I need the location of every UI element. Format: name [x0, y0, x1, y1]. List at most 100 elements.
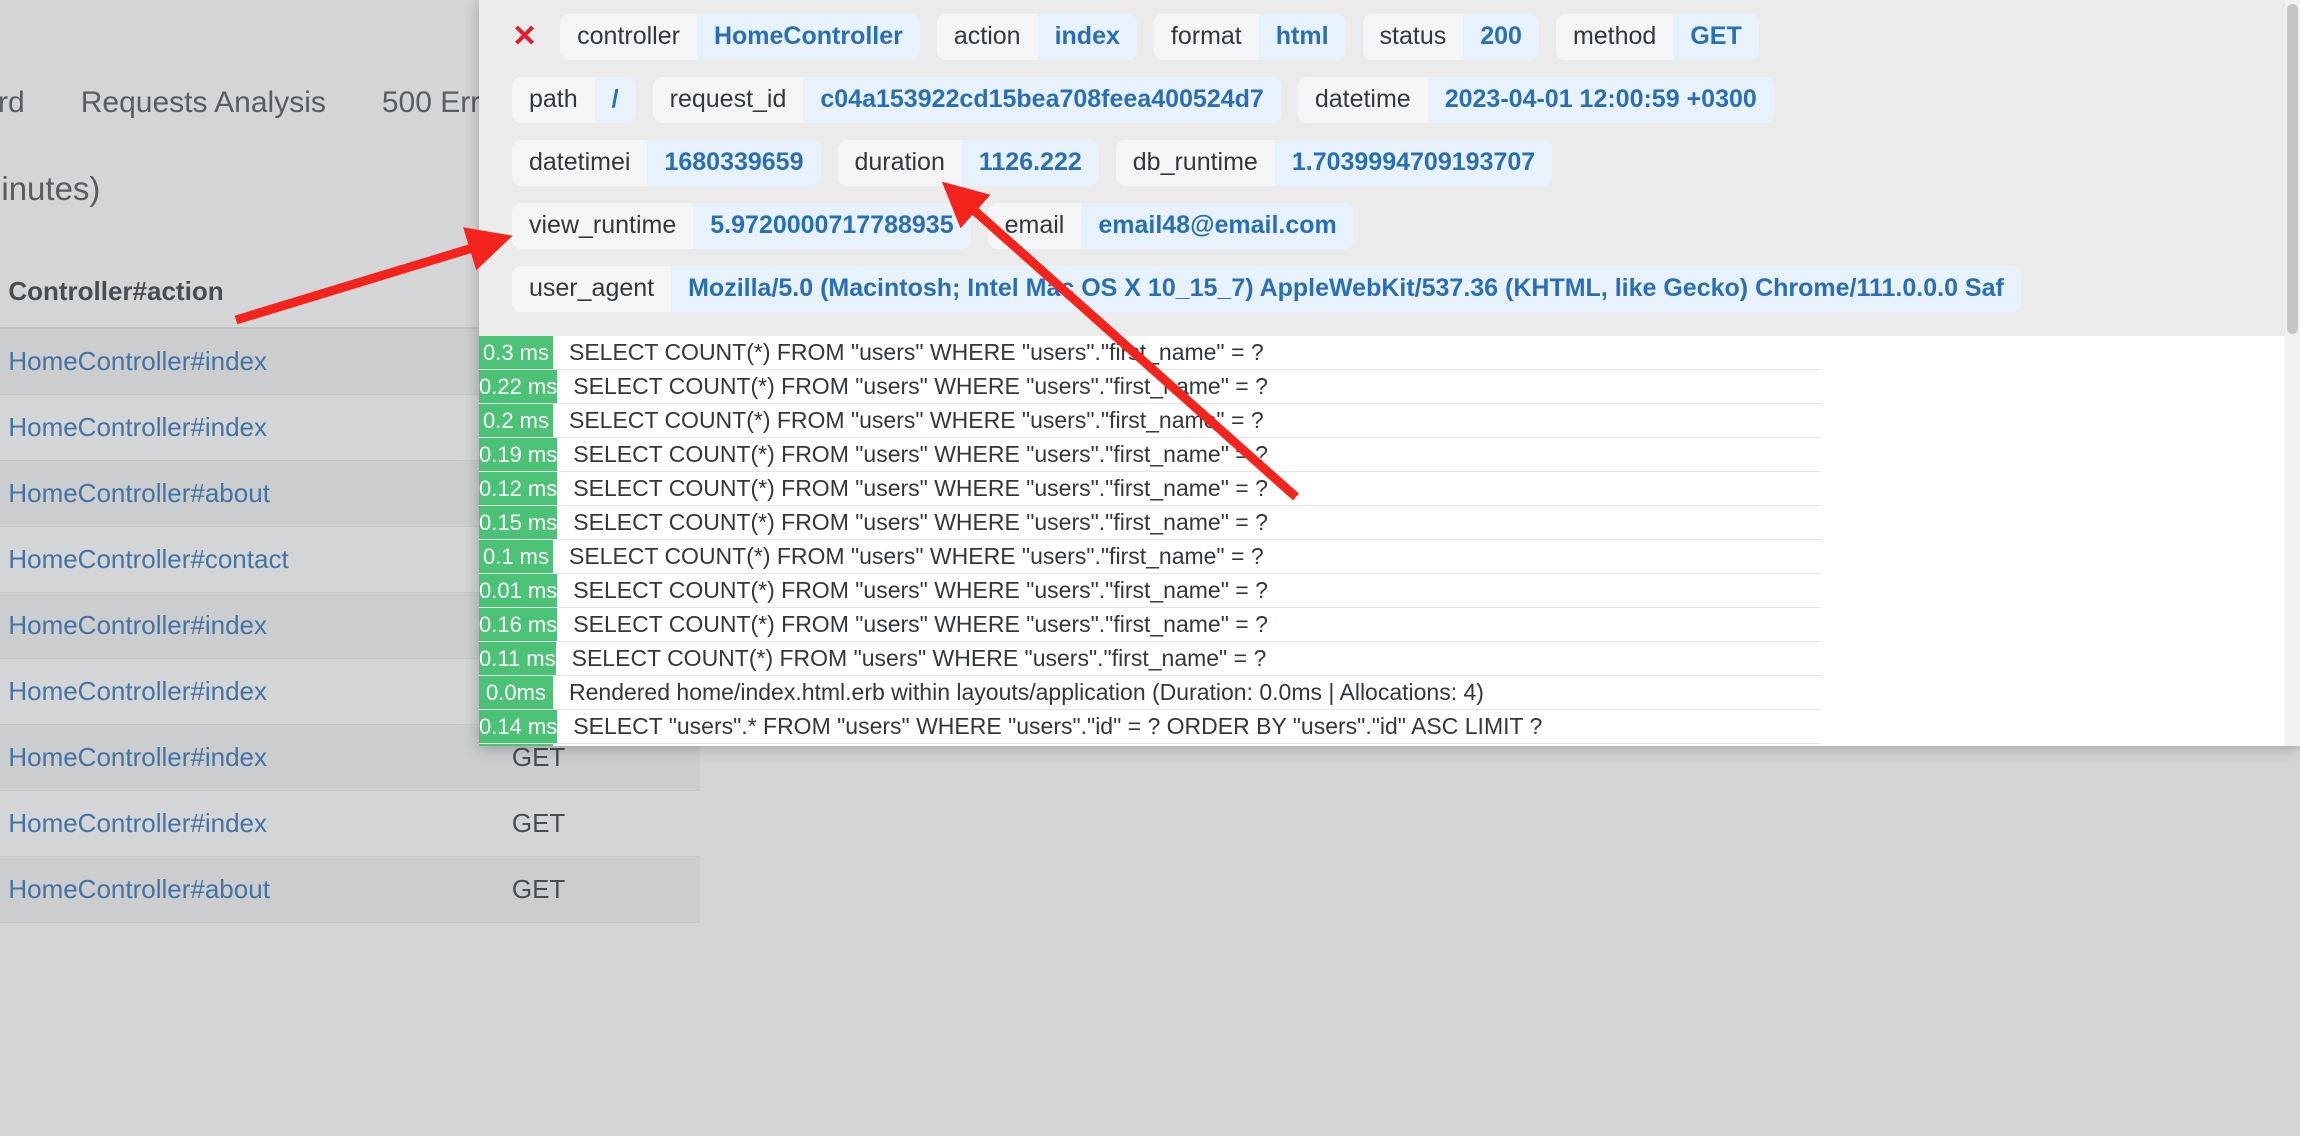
- log-duration-badge: 0.15 ms: [479, 506, 557, 539]
- log-row[interactable]: 0.0ms Rendered home/index.html.erb withi…: [479, 676, 1820, 710]
- badge-value: email48@email.com: [1081, 203, 1353, 249]
- metadata-row: datetimei 1680339659 duration 1126.222 d…: [479, 140, 2300, 203]
- badge-value: 1680339659: [647, 140, 820, 186]
- badge-key: user_agent: [512, 266, 671, 312]
- metadata-row: ✕ controller HomeController action index…: [479, 14, 2300, 77]
- badge-value: c04a153922cd15bea708feea400524d7: [803, 77, 1280, 123]
- log-row[interactable]: 0.16 ms SELECT COUNT(*) FROM "users" WHE…: [479, 608, 1820, 642]
- badge-request-id[interactable]: request_id c04a153922cd15bea708feea40052…: [653, 77, 1281, 123]
- log-row[interactable]: 0.11 ms SELECT COUNT(*) FROM "users" WHE…: [479, 642, 1820, 676]
- badge-format[interactable]: format html: [1154, 14, 1346, 60]
- log-row[interactable]: 0.19 ms SELECT COUNT(*) FROM "users" WHE…: [479, 438, 1820, 472]
- metadata-row: user_agent Mozilla/5.0 (Macintosh; Intel…: [479, 266, 2300, 322]
- log-row[interactable]: 0.1 ms SELECT COUNT(*) FROM "users" WHER…: [479, 540, 1820, 574]
- cell-controller-action[interactable]: HomeController#index: [0, 659, 492, 725]
- cell-controller-action[interactable]: HomeController#contact: [0, 527, 492, 593]
- badge-db-runtime[interactable]: db_runtime 1.7039994709193707: [1116, 140, 1552, 186]
- badge-key: view_runtime: [512, 203, 693, 249]
- badge-method[interactable]: method GET: [1556, 14, 1759, 60]
- badge-value: 200: [1463, 14, 1539, 60]
- badge-key: controller: [560, 14, 697, 60]
- log-row[interactable]: 0.22 ms SELECT COUNT(*) FROM "users" WHE…: [479, 370, 1820, 404]
- log-row[interactable]: 0.01 ms SELECT COUNT(*) FROM "users" WHE…: [479, 574, 1820, 608]
- log-row[interactable]: 0.15 ms SELECT COUNT(*) FROM "users" WHE…: [479, 506, 1820, 540]
- log-statement: SELECT COUNT(*) FROM "users" WHERE "user…: [557, 472, 1820, 505]
- badge-view-runtime[interactable]: view_runtime 5.9720000717788935: [512, 203, 971, 249]
- query-log-list: 0.3 ms SELECT COUNT(*) FROM "users" WHER…: [479, 336, 2300, 746]
- badge-value: HomeController: [697, 14, 920, 60]
- log-duration-badge: 0.11 ms: [479, 642, 556, 675]
- badge-duration[interactable]: duration 1126.222: [838, 140, 1099, 186]
- log-duration-badge: 0.01 ms: [479, 574, 557, 607]
- badge-datetime[interactable]: datetime 2023-04-01 12:00:59 +0300: [1298, 77, 1774, 123]
- log-statement: SELECT COUNT(*) FROM "users" WHERE "user…: [553, 404, 1820, 437]
- cell-method: GET: [492, 857, 700, 923]
- modal-scrollbar[interactable]: [2285, 0, 2300, 746]
- table-row[interactable]: 59 HomeController#index GET: [0, 791, 700, 857]
- request-metadata-panel: ✕ controller HomeController action index…: [479, 0, 2300, 336]
- log-duration-badge: 0.14 ms: [479, 710, 557, 743]
- log-statement: SELECT COUNT(*) FROM "users" WHERE "user…: [557, 370, 1820, 403]
- log-row[interactable]: 0.14 ms SELECT "users".* FROM "users" WH…: [479, 710, 1820, 744]
- badge-controller[interactable]: controller HomeController: [560, 14, 920, 60]
- badge-key: status: [1363, 14, 1464, 60]
- cell-controller-action[interactable]: HomeController#about: [0, 857, 492, 923]
- badge-key: datetime: [1298, 77, 1428, 123]
- nav-tab-requests-analysis[interactable]: Requests Analysis: [53, 86, 354, 138]
- metadata-row: view_runtime 5.9720000717788935 email em…: [479, 203, 2300, 266]
- cell-controller-action[interactable]: HomeController#index: [0, 328, 492, 395]
- cell-controller-action[interactable]: HomeController#index: [0, 725, 492, 791]
- badge-key: email: [988, 203, 1082, 249]
- badge-value: 2023-04-01 12:00:59 +0300: [1428, 77, 1774, 123]
- close-icon[interactable]: ✕: [512, 22, 543, 52]
- log-row[interactable]: 0.12 ms SELECT COUNT(*) FROM "users" WHE…: [479, 472, 1820, 506]
- badge-value: Mozilla/5.0 (Macintosh; Intel Mac OS X 1…: [671, 266, 2021, 312]
- cell-controller-action[interactable]: HomeController#index: [0, 395, 492, 461]
- badge-key: format: [1154, 14, 1259, 60]
- badge-key: duration: [838, 140, 962, 186]
- badge-key: request_id: [653, 77, 804, 123]
- log-duration-badge: 0.2 ms: [479, 404, 553, 437]
- badge-value: 5.9720000717788935: [693, 203, 970, 249]
- badge-status[interactable]: status 200: [1363, 14, 1539, 60]
- log-statement: SELECT COUNT(*) FROM "users" WHERE "user…: [557, 608, 1820, 641]
- badge-value: index: [1038, 14, 1137, 60]
- log-row[interactable]: 0.2 ms SELECT COUNT(*) FROM "users" WHER…: [479, 404, 1820, 438]
- log-duration-badge: 0.1 ms: [479, 540, 553, 573]
- badge-key: path: [512, 77, 595, 123]
- nav-tab-dashboard[interactable]: board: [0, 86, 53, 138]
- badge-value: /: [595, 77, 636, 123]
- log-statement: Rendered layout layouts/application.html…: [553, 744, 1820, 746]
- metadata-row: path / request_id c04a153922cd15bea708fe…: [479, 77, 2300, 140]
- log-duration-badge: 0.12 ms: [479, 472, 557, 505]
- cell-controller-action[interactable]: HomeController#index: [0, 791, 492, 857]
- column-header-controller-action[interactable]: Controller#action: [0, 262, 492, 328]
- badge-key: datetimei: [512, 140, 647, 186]
- log-row[interactable]: 0.3 ms SELECT COUNT(*) FROM "users" WHER…: [479, 336, 1820, 370]
- badge-datetimei[interactable]: datetimei 1680339659: [512, 140, 821, 186]
- log-statement: SELECT COUNT(*) FROM "users" WHERE "user…: [553, 336, 1820, 369]
- badge-key: db_runtime: [1116, 140, 1275, 186]
- badge-value: GET: [1673, 14, 1758, 60]
- table-row[interactable]: 56 HomeController#about GET: [0, 857, 700, 923]
- log-duration-badge: 0.3 ms: [479, 336, 553, 369]
- cell-controller-action[interactable]: HomeController#index: [0, 593, 492, 659]
- log-duration-badge: 5.5ms: [479, 744, 553, 746]
- cell-controller-action[interactable]: HomeController#about: [0, 461, 492, 527]
- log-statement: SELECT COUNT(*) FROM "users" WHERE "user…: [557, 506, 1820, 539]
- log-duration-badge: 0.0ms: [479, 676, 553, 709]
- badge-value: 1126.222: [962, 140, 1099, 186]
- cell-method: GET: [492, 791, 700, 857]
- badge-action[interactable]: action index: [937, 14, 1137, 60]
- badge-value: html: [1259, 14, 1346, 60]
- log-statement: SELECT COUNT(*) FROM "users" WHERE "user…: [556, 642, 1820, 675]
- log-row[interactable]: 5.5ms Rendered layout layouts/applicatio…: [479, 744, 1820, 746]
- log-statement: SELECT COUNT(*) FROM "users" WHERE "user…: [553, 540, 1820, 573]
- request-detail-modal: ✕ controller HomeController action index…: [479, 0, 2300, 746]
- scrollbar-thumb[interactable]: [2287, 4, 2298, 334]
- badge-user-agent[interactable]: user_agent Mozilla/5.0 (Macintosh; Intel…: [512, 266, 2021, 312]
- badge-key: method: [1556, 14, 1673, 60]
- badge-email[interactable]: email email48@email.com: [988, 203, 1354, 249]
- badge-path[interactable]: path /: [512, 77, 636, 123]
- log-statement: SELECT COUNT(*) FROM "users" WHERE "user…: [557, 574, 1820, 607]
